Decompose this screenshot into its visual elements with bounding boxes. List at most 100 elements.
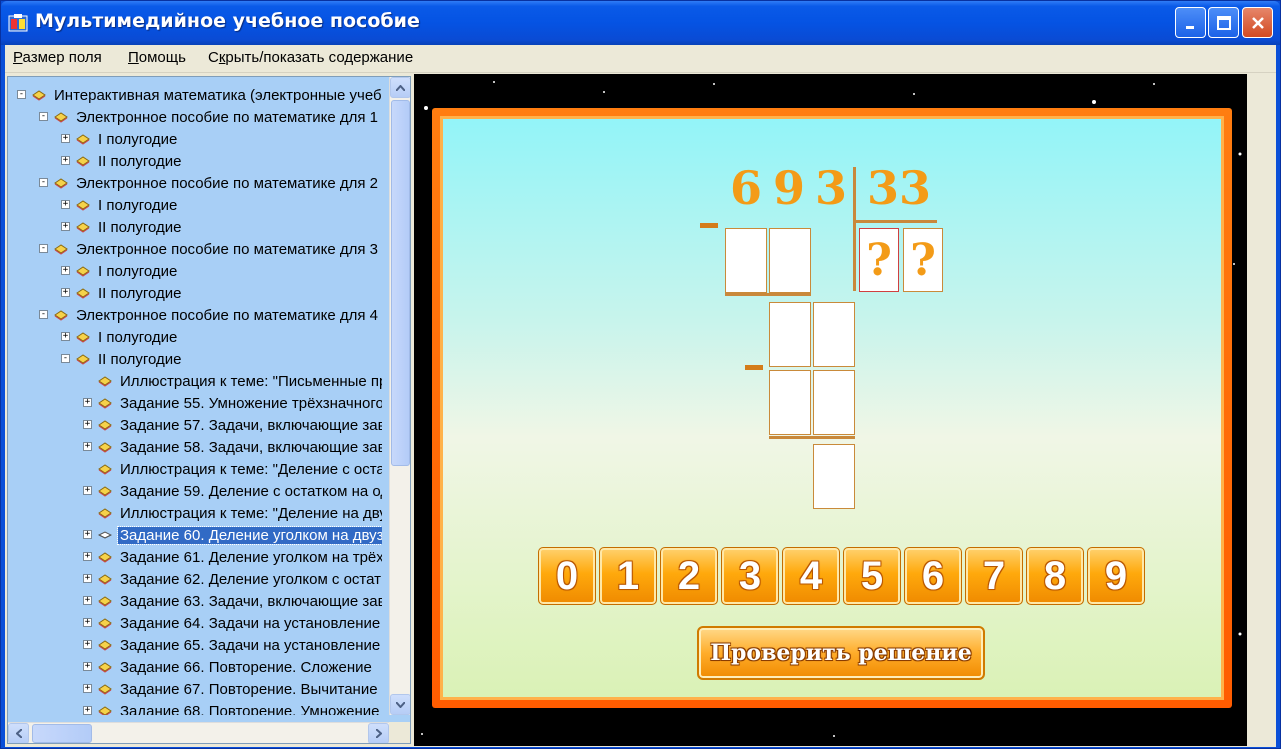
tree-expander[interactable]: +	[61, 200, 70, 209]
tree-item[interactable]: Иллюстрация к теме: "Деление с остатком"	[98, 458, 382, 480]
tree-item-label: Задание 66. Повторение. Сложение	[120, 658, 372, 676]
tree-expander[interactable]: +	[61, 266, 70, 275]
tree-expander[interactable]: +	[61, 156, 70, 165]
tree-expander[interactable]: -	[39, 310, 48, 319]
menu-toggle-contents[interactable]: Скрыть/показать содержание	[208, 49, 413, 66]
tree-expander[interactable]: +	[83, 398, 92, 407]
chevron-down-icon	[396, 701, 405, 708]
tree-item-label: Задание 63. Задачи, включающие зависимос…	[120, 592, 382, 610]
tree-item[interactable]: I полугодие	[76, 326, 179, 348]
hscroll-thumb[interactable]	[32, 724, 92, 743]
tree-item[interactable]: II полугодие	[76, 150, 184, 172]
scroll-thumb[interactable]	[391, 100, 410, 466]
close-button[interactable]	[1242, 7, 1273, 38]
tree-item[interactable]: Задание 68. Повторение. Умножение	[98, 700, 382, 715]
answer-cell[interactable]	[813, 370, 855, 435]
maximize-button[interactable]	[1208, 7, 1239, 38]
tree-item-label: II полугодие	[98, 350, 182, 368]
tree-item[interactable]: Электронное пособие по математике для 2 …	[54, 172, 382, 194]
digit-key[interactable]: 3	[721, 547, 779, 605]
tree-expander[interactable]: -	[17, 90, 26, 99]
tree-item[interactable]: Интерактивная математика (электронные уч…	[32, 84, 382, 106]
menu-help[interactable]: Помощь	[128, 49, 186, 66]
tree-expander[interactable]: -	[39, 112, 48, 121]
digit-key[interactable]: 2	[660, 547, 718, 605]
tree-item[interactable]: Задание 63. Задачи, включающие зависимос…	[98, 590, 382, 612]
scroll-right-button[interactable]	[368, 723, 389, 743]
tree-item[interactable]: Задание 59. Деление с остатком на однозн…	[98, 480, 382, 502]
tree-expander[interactable]: +	[83, 662, 92, 671]
digit-key[interactable]: 6	[904, 547, 962, 605]
quotient-cell[interactable]: ?	[859, 228, 899, 292]
tree-expander[interactable]: +	[61, 222, 70, 231]
scroll-up-button[interactable]	[390, 77, 410, 98]
tree-item[interactable]: Задание 64. Задачи на установление завис…	[98, 612, 382, 634]
tree-item[interactable]: I полугодие	[76, 128, 179, 150]
tree-expander[interactable]: +	[83, 684, 92, 693]
tree-item[interactable]: II полугодие	[76, 348, 184, 370]
quotient-cell[interactable]: ?	[903, 228, 943, 292]
digit-key[interactable]: 5	[843, 547, 901, 605]
tree-expander[interactable]: +	[83, 420, 92, 429]
digit-key[interactable]: 4	[782, 547, 840, 605]
digit-key[interactable]: 0	[538, 547, 596, 605]
tree-item[interactable]: II полугодие	[76, 216, 184, 238]
tree-item[interactable]: Задание 65. Задачи на установление завис…	[98, 634, 382, 656]
answer-cell[interactable]	[813, 302, 855, 367]
tree-expander[interactable]: -	[39, 178, 48, 187]
tree-expander[interactable]: +	[83, 530, 92, 539]
tree-expander[interactable]: -	[61, 354, 70, 363]
book-icon	[54, 310, 68, 321]
tree-item[interactable]: Задание 55. Умножение трёхзначного числа…	[98, 392, 382, 414]
tree-expander[interactable]: +	[83, 552, 92, 561]
tree-item[interactable]: Задание 57. Задачи, включающие зависимос…	[98, 414, 382, 436]
answer-cell[interactable]	[769, 370, 811, 435]
scroll-down-button[interactable]	[390, 694, 410, 715]
tree-item[interactable]: I полугодие	[76, 194, 179, 216]
tree-item[interactable]: Задание 67. Повторение. Вычитание	[98, 678, 380, 700]
answer-cell[interactable]	[769, 228, 811, 293]
tree-item[interactable]: Задание 60. Деление уголком на двузначно…	[98, 524, 382, 546]
minimize-button[interactable]	[1175, 7, 1206, 38]
digit-key[interactable]: 9	[1087, 547, 1145, 605]
tree-item[interactable]: I полугодие	[76, 260, 179, 282]
tree-item[interactable]: Задание 66. Повторение. Сложение	[98, 656, 374, 678]
answer-cell[interactable]	[769, 302, 811, 367]
tree-item[interactable]: Задание 58. Задачи, включающие зависимос…	[98, 436, 382, 458]
tree-expander[interactable]: +	[83, 640, 92, 649]
answer-cell[interactable]	[725, 228, 767, 293]
book-icon	[54, 244, 68, 255]
contents-tree[interactable]: - Интерактивная математика (электронные у…	[7, 76, 411, 744]
tree-expander[interactable]: -	[39, 244, 48, 253]
check-solution-button[interactable]: Проверить решение	[697, 626, 985, 680]
tree-expander[interactable]: +	[83, 618, 92, 627]
tree-expander[interactable]: +	[83, 442, 92, 451]
digit-key[interactable]: 8	[1026, 547, 1084, 605]
maximize-icon	[1216, 15, 1231, 30]
scroll-left-button[interactable]	[8, 723, 29, 743]
book-icon	[98, 442, 112, 453]
tree-expander[interactable]: +	[83, 706, 92, 715]
tree-item[interactable]: Задание 61. Деление уголком на трёхзначн…	[98, 546, 382, 568]
tree-expander[interactable]: +	[83, 574, 92, 583]
tree-item[interactable]: Задание 62. Деление уголком с остатком	[98, 568, 382, 590]
tree-vertical-scrollbar[interactable]	[389, 77, 410, 715]
menu-field-size[interactable]: Размер поля	[13, 49, 102, 66]
book-icon	[98, 420, 112, 431]
tree-expander[interactable]: +	[61, 288, 70, 297]
tree-horizontal-scrollbar[interactable]	[8, 722, 389, 743]
tree-item[interactable]: Электронное пособие по математике для 1 …	[54, 106, 382, 128]
tree-expander[interactable]: +	[83, 486, 92, 495]
tree-item[interactable]: II полугодие	[76, 282, 184, 304]
digit-key[interactable]: 1	[599, 547, 657, 605]
tree-item[interactable]: Электронное пособие по математике для 4 …	[54, 304, 382, 326]
digit-key[interactable]: 7	[965, 547, 1023, 605]
tree-expander[interactable]: +	[61, 134, 70, 143]
tree-item[interactable]: Электронное пособие по математике для 3 …	[54, 238, 382, 260]
title-bar[interactable]: Мультимедийное учебное пособие	[1, 1, 1280, 45]
tree-item[interactable]: Иллюстрация к теме: "Деление на двузначн…	[98, 502, 382, 524]
remainder-cell[interactable]	[813, 444, 855, 509]
tree-expander[interactable]: +	[83, 596, 92, 605]
tree-item[interactable]: Иллюстрация к теме: "Письменные приёмы у…	[98, 370, 382, 392]
tree-expander[interactable]: +	[61, 332, 70, 341]
